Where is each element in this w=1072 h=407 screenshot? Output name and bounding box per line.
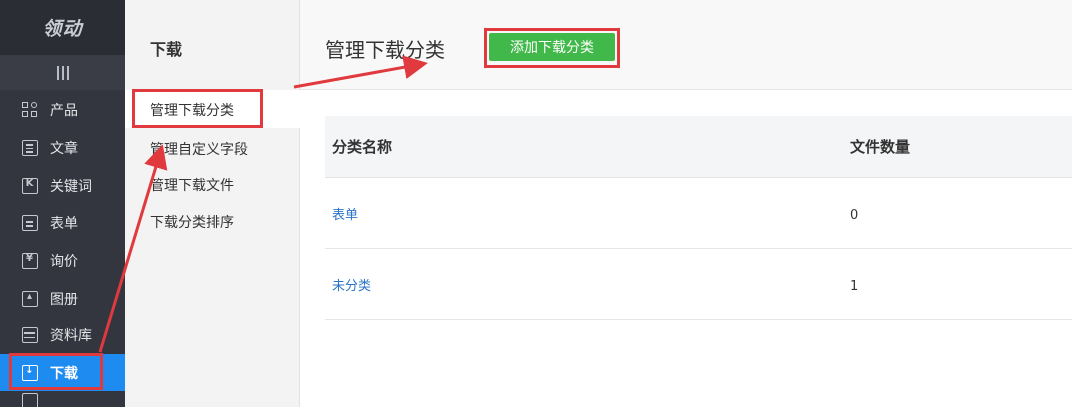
file-count: 1: [850, 278, 859, 294]
partial-icon: [22, 393, 38, 407]
sidebar-item-downloads[interactable]: ↓ 下载: [0, 354, 125, 391]
inquiry-icon: ¥: [22, 253, 38, 269]
sidebar-item-label: 下载: [50, 365, 78, 382]
document-icon: [22, 140, 38, 156]
main-sidebar: 领动 产品 文章 K 关键词 表单 ¥ 询价 ▴ 图册 资料库 ↓ 下载: [0, 0, 125, 407]
subnav-item-manage-categories[interactable]: 管理下载分类: [150, 100, 234, 120]
sidebar-item-library[interactable]: 资料库: [0, 316, 125, 354]
database-icon: [22, 327, 38, 343]
table-header: 分类名称 文件数量: [325, 116, 1072, 178]
category-link[interactable]: 表单: [332, 208, 358, 223]
logo-text: 领动: [42, 18, 83, 40]
image-icon: ▴: [22, 291, 38, 307]
sidebar-item-albums[interactable]: ▴ 图册: [0, 280, 125, 318]
subnav-title: 下载: [150, 40, 183, 59]
download-subnav: 下载: [125, 0, 300, 407]
subnav-item-custom-fields[interactable]: 管理自定义字段: [150, 139, 248, 159]
page-header: 管理下载分类 添加下载分类: [300, 0, 1072, 90]
sidebar-item-label: 文章: [50, 141, 78, 157]
sidebar-item-label: 资料库: [50, 328, 92, 344]
grid-icon: [22, 102, 38, 118]
column-header-count: 文件数量: [850, 138, 911, 156]
sidebar-item-articles[interactable]: 文章: [0, 129, 125, 167]
subnav-item-manage-files[interactable]: 管理下载文件: [150, 175, 234, 195]
download-icon: ↓: [22, 364, 38, 381]
sidebar-item-forms[interactable]: 表单: [0, 204, 125, 242]
sidebar-item-label: 关键词: [50, 179, 92, 195]
table-row: 未分类 1: [325, 249, 1072, 320]
sidebar-item-keywords[interactable]: K 关键词: [0, 167, 125, 205]
table-row: 表单 0: [325, 178, 1072, 249]
sidebar-item-label: 表单: [50, 216, 78, 232]
sidebar-item-label: 图册: [50, 292, 78, 308]
subnav-item-sort-categories[interactable]: 下载分类排序: [150, 212, 234, 232]
page-title: 管理下载分类: [325, 38, 445, 62]
sidebar-item-products[interactable]: 产品: [0, 91, 125, 129]
keyword-icon: K: [22, 178, 38, 194]
sidebar-item-label: 询价: [50, 254, 78, 270]
column-header-name: 分类名称: [332, 138, 393, 156]
file-count: 0: [850, 207, 859, 223]
sidebar-collapse-button[interactable]: [0, 55, 125, 90]
clipboard-icon: [22, 215, 38, 231]
sidebar-item-label: 产品: [50, 103, 78, 119]
logo[interactable]: 领动: [0, 0, 125, 55]
menu-bars-icon: [56, 65, 69, 80]
category-table: 分类名称 文件数量 表单 0 未分类 1: [325, 116, 1072, 320]
sidebar-item-inquiry[interactable]: ¥ 询价: [0, 242, 125, 280]
category-link[interactable]: 未分类: [332, 279, 371, 294]
sidebar-item-partial[interactable]: [0, 391, 125, 407]
add-category-button[interactable]: 添加下载分类: [489, 33, 615, 61]
